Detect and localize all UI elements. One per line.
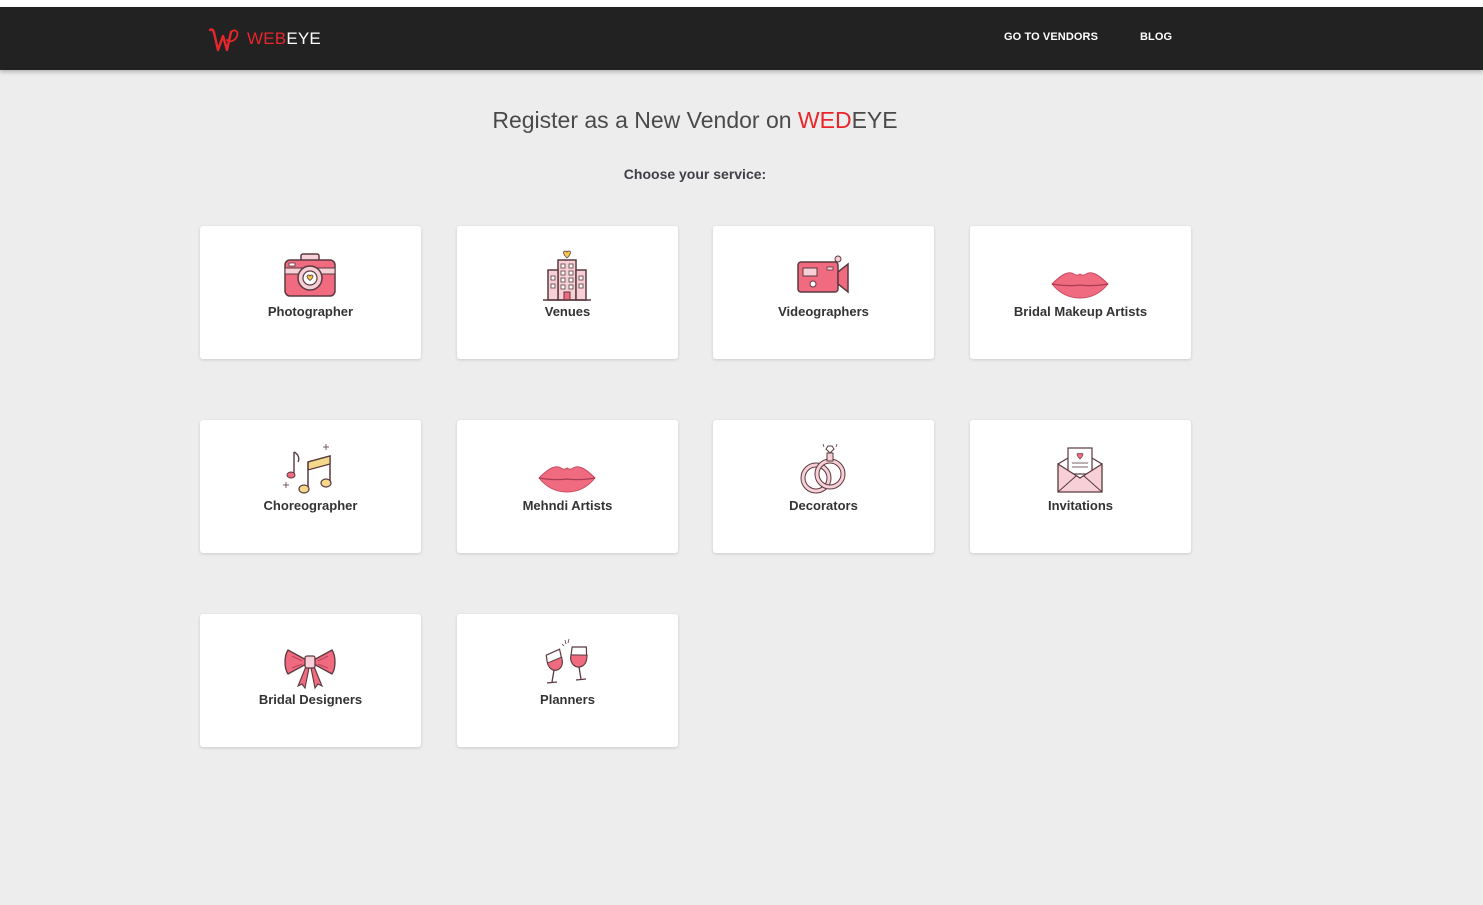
w-script-logo-icon (208, 28, 239, 52)
page-title-brand-red: WED (797, 107, 852, 133)
service-label: Invitations (1047, 498, 1113, 513)
brand-name-white: EYE (286, 29, 321, 48)
service-label: Choreographer (263, 498, 358, 513)
wine-glasses-icon (545, 638, 588, 684)
service-card-photographer[interactable]: Photographer (200, 226, 421, 359)
brand-name-red: WEB (247, 29, 287, 48)
brand-logo-link[interactable]: WEBEYE (208, 24, 321, 54)
lips-icon (538, 466, 596, 493)
service-card-venues[interactable]: Venues (457, 226, 678, 359)
service-label: Decorators (789, 498, 858, 513)
building-icon (543, 250, 591, 301)
page-title-brand-rest: EYE (851, 107, 898, 133)
brand-name: WEBEYE (247, 29, 321, 49)
service-card-bridal-makeup-artists[interactable]: Bridal Makeup Artists (970, 226, 1191, 359)
service-card-invitations[interactable]: Invitations (970, 420, 1191, 553)
service-label: Mehndi Artists (522, 498, 613, 513)
service-label: Bridal Designers (258, 692, 363, 707)
music-notes-icon (283, 444, 332, 494)
bow-icon (284, 649, 336, 690)
top-strip (0, 0, 1483, 7)
service-card-bridal-designers[interactable]: Bridal Designers (200, 614, 421, 747)
page-title: Register as a New Vendor on WEDEYE (0, 107, 1390, 134)
service-card-planners[interactable]: Planners (457, 614, 678, 747)
service-label: Photographer (267, 304, 354, 319)
service-card-videographers[interactable]: Videographers (713, 226, 934, 359)
rings-icon (800, 443, 846, 494)
video-camera-icon (797, 255, 849, 294)
camera-icon (284, 253, 336, 297)
service-card-decorators[interactable]: Decorators (713, 420, 934, 553)
page-title-text: Register as a New Vendor on (492, 107, 798, 133)
navbar: WEBEYE GO TO VENDORS BLOG (0, 7, 1483, 70)
service-label: Bridal Makeup Artists (1013, 304, 1148, 319)
choose-service-label: Choose your service: (623, 166, 767, 182)
service-label: Planners (540, 692, 595, 707)
service-card-mehndi-artists[interactable]: Mehndi Artists (457, 420, 678, 553)
envelope-icon (1057, 447, 1103, 493)
service-label: Videographers (778, 304, 869, 319)
nav-go-to-vendors[interactable]: GO TO VENDORS (1004, 31, 1098, 43)
nav-blog[interactable]: BLOG (1140, 31, 1172, 43)
lips-icon (1051, 272, 1109, 299)
service-label: Venues (544, 304, 591, 319)
service-card-choreographer[interactable]: Choreographer (200, 420, 421, 553)
